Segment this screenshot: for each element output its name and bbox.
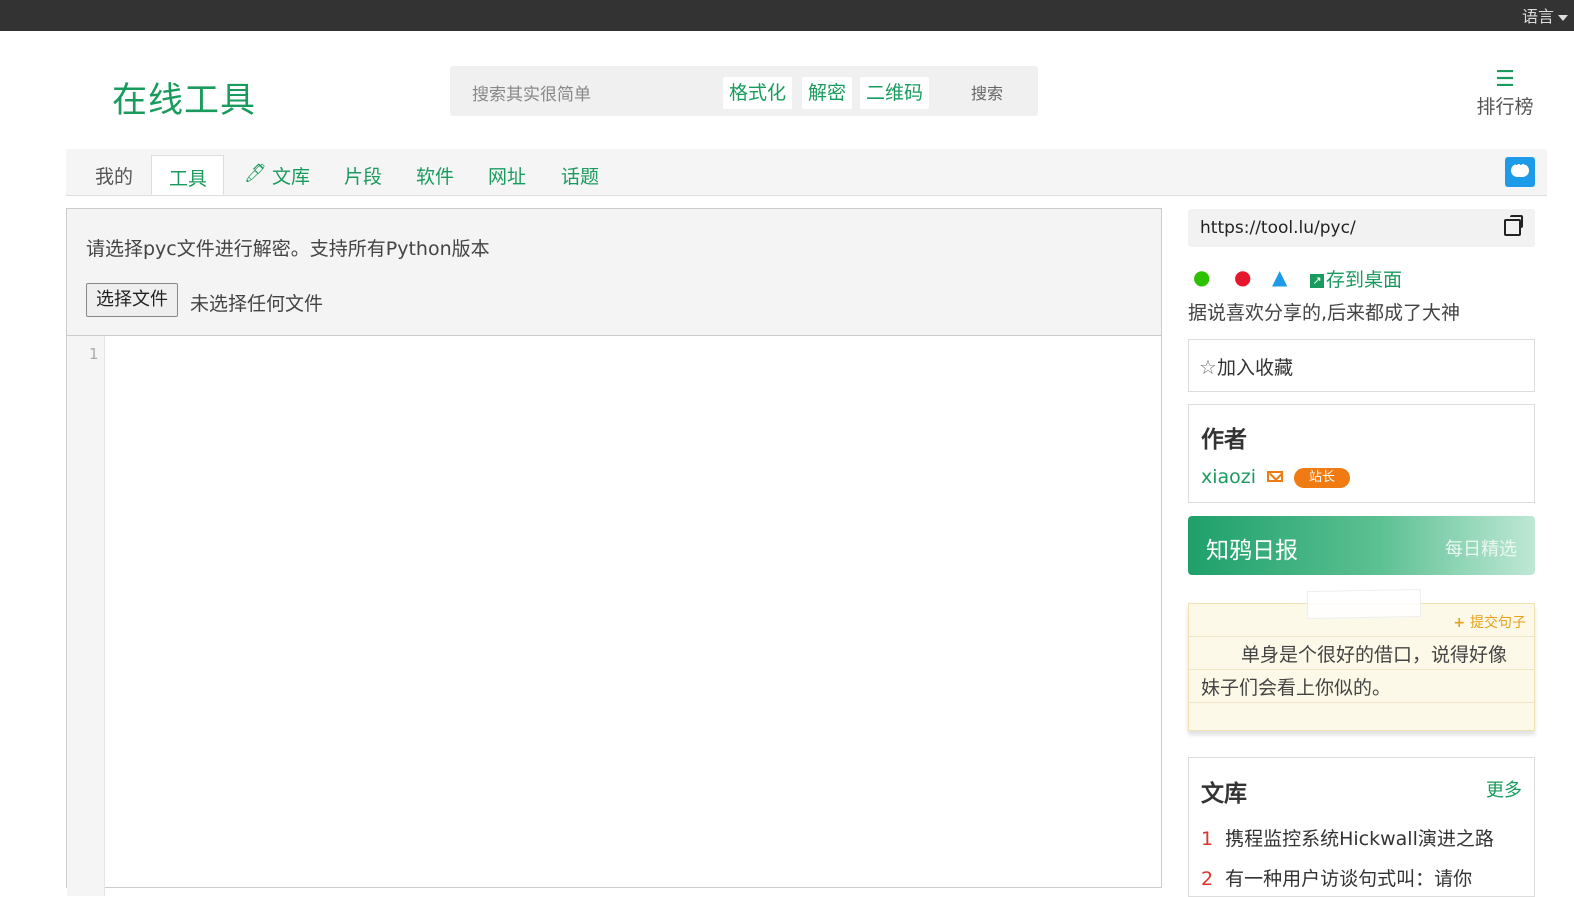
item-number: 1 — [1201, 828, 1214, 850]
library-item[interactable]: 1 携程监控系统Hickwall演进之路 — [1201, 824, 1494, 851]
caret-down-icon — [1558, 14, 1568, 21]
external-link-icon: ↗ — [1310, 274, 1324, 288]
library-item[interactable]: 2 有一种用户访谈句式叫：请你 — [1201, 864, 1472, 891]
tape-decoration — [1306, 589, 1422, 619]
nav-software[interactable]: 软件 — [416, 162, 454, 189]
favorite-label: 加入收藏 — [1216, 357, 1293, 379]
favorite-button[interactable]: ☆加入收藏 — [1188, 339, 1535, 392]
plus-icon: + — [1453, 615, 1470, 631]
nav-topics[interactable]: 话题 — [561, 162, 599, 189]
library-card: 文库 更多 1 携程监控系统Hickwall演进之路 2 有一种用户访谈句式叫：请你 — [1188, 757, 1535, 897]
nav-mine[interactable]: 我的 — [95, 162, 133, 189]
star-icon: ☆ — [1199, 355, 1217, 379]
language-menu[interactable]: 语言 — [1522, 3, 1568, 27]
daily-banner[interactable]: 知鸦日报 每日精选 — [1188, 516, 1535, 575]
search-button[interactable]: 搜索 — [971, 80, 1003, 104]
share-bar: ● ● ▲ ↗ 存到桌面 — [1188, 265, 1535, 292]
item-number: 2 — [1201, 868, 1214, 890]
site-logo[interactable]: 在线工具 — [90, 72, 260, 121]
ranking-label: 排行榜 — [1476, 96, 1534, 118]
submit-quote-label: 提交句子 — [1470, 615, 1526, 631]
author-name[interactable]: xiaozi — [1201, 466, 1256, 488]
save-desktop-label: 存到桌面 — [1326, 269, 1403, 291]
save-desktop-link[interactable]: ↗ 存到桌面 — [1310, 265, 1402, 292]
nav-sites[interactable]: 网址 — [488, 162, 526, 189]
quote-card: + 提交句子 单身是个很好的借口，说得好像妹子们会看上你似的。 — [1188, 589, 1535, 731]
copy-icon[interactable] — [1504, 215, 1523, 236]
editor-gutter — [67, 336, 105, 896]
note-rule — [1189, 636, 1534, 637]
top-bar: 语言 — [0, 0, 1574, 31]
weibo-icon[interactable]: ● — [1234, 265, 1251, 289]
logo-text: 在线工具 — [112, 81, 257, 121]
author-heading: 作者 — [1201, 427, 1247, 453]
choose-file-button[interactable]: 选择文件 — [86, 283, 178, 317]
upload-area: 请选择pyc文件进行解密。支持所有Python版本 选择文件 未选择任何文件 — [67, 209, 1161, 336]
line-number: 1 — [89, 345, 99, 363]
tool-panel: 请选择pyc文件进行解密。支持所有Python版本 选择文件 未选择任何文件 1 — [66, 208, 1162, 896]
daily-subtitle: 每日精选 — [1445, 539, 1517, 560]
page-url[interactable]: https://tool.lu/pyc/ — [1200, 218, 1356, 238]
share-text: 据说喜欢分享的,后来都成了大神 — [1188, 302, 1461, 324]
quote-text: 单身是个很好的借口，说得好像妹子们会看上你似的。 — [1201, 644, 1508, 699]
instruction-text: 请选择pyc文件进行解密。支持所有Python版本 — [86, 238, 490, 260]
submit-quote-link[interactable]: + 提交句子 — [1453, 612, 1526, 632]
qq-icon[interactable]: ▲ — [1272, 265, 1287, 289]
ranking-link[interactable]: ☰ 排行榜 — [1474, 68, 1536, 119]
chat-button[interactable] — [1505, 157, 1535, 187]
url-box: https://tool.lu/pyc/ — [1188, 209, 1535, 247]
list-icon: ☰ — [1495, 67, 1515, 92]
main-nav: 我的 工具 🖊 文库 片段 软件 网址 话题 — [66, 149, 1547, 196]
item-title: 携程监控系统Hickwall演进之路 — [1225, 828, 1494, 850]
search-input[interactable]: 搜索其实很简单 — [472, 80, 591, 105]
nav-tools[interactable]: 工具 — [169, 164, 207, 191]
file-status: 未选择任何文件 — [190, 293, 324, 315]
daily-title: 知鸦日报 — [1206, 538, 1298, 564]
search-tag-qrcode[interactable]: 二维码 — [860, 77, 930, 109]
library-heading: 文库 — [1201, 781, 1247, 807]
chat-bubble-icon — [1511, 160, 1529, 177]
nav-snippets[interactable]: 片段 — [344, 162, 382, 189]
language-label: 语言 — [1521, 7, 1554, 26]
item-title: 有一种用户访谈句式叫：请你 — [1225, 868, 1473, 890]
code-editor[interactable] — [105, 336, 1161, 889]
search-tag-decrypt[interactable]: 解密 — [802, 77, 853, 109]
mail-icon[interactable] — [1267, 471, 1283, 482]
search-tag-format[interactable]: 格式化 — [723, 77, 793, 109]
library-more-link[interactable]: 更多 — [1486, 776, 1522, 802]
author-card: 作者 xiaozi 站长 — [1188, 404, 1535, 503]
nav-library[interactable]: 文库 — [272, 162, 310, 189]
wechat-icon[interactable]: ● — [1193, 265, 1210, 289]
search-bar: 搜索其实很简单 格式化 解密 二维码 搜索 — [450, 66, 1038, 116]
role-badge: 站长 — [1294, 468, 1351, 488]
feather-icon: 🖊 — [244, 163, 267, 184]
